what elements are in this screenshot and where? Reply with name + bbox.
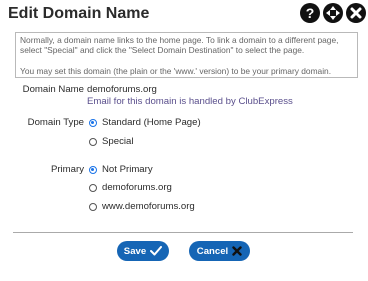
dialog-title: Edit Domain Name <box>8 5 150 22</box>
radio-unchecked[interactable] <box>89 202 97 211</box>
info-text-1: Normally, a domain name links to the hom… <box>20 35 339 56</box>
info-box: Normally, a domain name links to the hom… <box>15 32 358 78</box>
primary-www-domain-radio[interactable]: www.demoforums.org <box>89 201 195 212</box>
svg-text:?: ? <box>306 5 315 21</box>
option-label: demoforums.org <box>102 182 172 193</box>
x-icon <box>232 246 242 256</box>
domain-name-label: Domain Name <box>22 84 84 95</box>
option-label: www.demoforums.org <box>102 201 195 212</box>
radio-unchecked[interactable] <box>89 183 97 192</box>
domain-name-value: demoforums.org <box>87 84 157 95</box>
radio-checked[interactable] <box>89 118 97 127</box>
option-label: Standard (Home Page) <box>102 117 201 128</box>
checkmark-icon <box>150 246 163 256</box>
domain-type-special-radio[interactable]: Special <box>89 136 133 147</box>
move-icon[interactable] <box>323 3 343 23</box>
cancel-button[interactable]: Cancel <box>189 241 250 261</box>
radio-checked[interactable] <box>89 165 97 174</box>
primary-plain-domain-radio[interactable]: demoforums.org <box>89 182 172 193</box>
email-note: Email for this domain is handled by Club… <box>87 96 293 107</box>
primary-not-primary-radio[interactable]: Not Primary <box>89 164 153 175</box>
save-button[interactable]: Save <box>117 241 169 261</box>
cancel-label: Cancel <box>196 245 229 257</box>
option-label: Special <box>102 136 134 147</box>
header-icons: ? <box>300 3 366 23</box>
domain-type-standard-radio[interactable]: Standard (Home Page) <box>89 117 201 128</box>
radio-unchecked[interactable] <box>89 137 97 146</box>
info-text-2: You may set this domain (the plain or th… <box>20 65 332 76</box>
close-icon[interactable] <box>346 3 366 23</box>
divider <box>13 232 353 233</box>
primary-label: Primary <box>50 164 84 175</box>
help-icon[interactable]: ? <box>300 3 320 23</box>
option-label: Not Primary <box>102 164 153 175</box>
domain-type-label: Domain Type <box>27 117 84 128</box>
save-label: Save <box>123 245 147 257</box>
